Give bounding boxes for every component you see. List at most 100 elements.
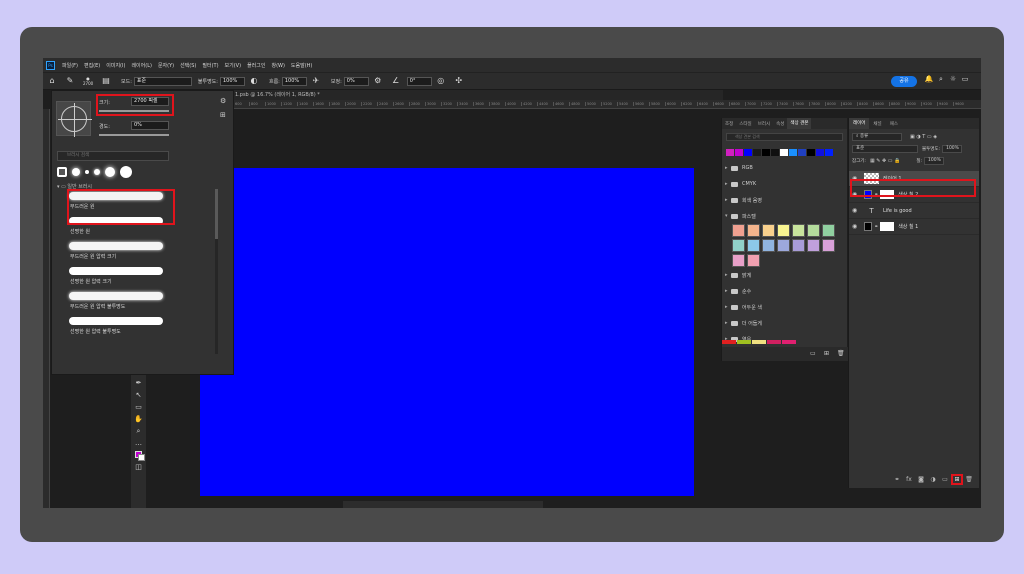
menu-item[interactable]: 문자(Y) — [155, 62, 177, 69]
menu-item[interactable]: 선택(S) — [177, 62, 199, 69]
new-group-icon[interactable]: ▭ — [810, 350, 816, 357]
recent-swatch[interactable] — [744, 149, 752, 156]
swatch[interactable] — [782, 340, 796, 344]
brush-list-scrollbar[interactable] — [215, 189, 218, 354]
share-button[interactable]: 공유 — [891, 76, 917, 87]
recent-brush[interactable] — [57, 167, 67, 177]
brush-settings-icon[interactable]: ▤ — [101, 76, 111, 86]
hardness-input[interactable]: 0% — [131, 121, 169, 130]
menu-item[interactable]: 파일(F) — [59, 62, 81, 69]
menu-item[interactable]: 필터(T) — [199, 62, 221, 69]
home-icon[interactable]: ⌂ — [47, 76, 57, 86]
new-swatch-icon[interactable]: ⊞ — [824, 350, 829, 357]
recent-swatch[interactable] — [753, 149, 761, 156]
recent-brush[interactable] — [94, 169, 100, 175]
brush-item[interactable]: 선명한 원 압력 불투명도 — [66, 314, 216, 339]
swatch-search-input[interactable]: 색상 견본 검색 — [726, 133, 843, 141]
smoothing-input[interactable]: 0% — [343, 76, 369, 86]
menu-item[interactable]: 보기(V) — [222, 62, 245, 69]
swatch[interactable] — [762, 239, 775, 252]
menu-item[interactable]: 편집(E) — [81, 62, 103, 69]
pressure-opacity-icon[interactable]: ◐ — [249, 76, 259, 86]
brush-item[interactable]: 선명한 원 압력 크기 — [66, 264, 216, 289]
zoom-tool-icon[interactable]: ⌕ — [137, 425, 141, 437]
bell-icon[interactable]: 🔔 — [923, 75, 935, 84]
swatch-group[interactable]: ▸옅은 — [722, 331, 847, 347]
mask-icon[interactable]: ◙ — [915, 476, 927, 483]
search-icon[interactable]: ⌕ — [935, 75, 947, 84]
menu-item[interactable]: 레이어(L) — [128, 62, 155, 69]
rectangle-tool-icon[interactable]: ▭ — [135, 401, 142, 413]
lock-icons[interactable]: ▦ ✎ ✥ ▭ 🔒 — [870, 158, 900, 164]
delete-layer-icon[interactable]: 🗑 — [963, 476, 975, 483]
swatch-group[interactable]: ▸ 순수 — [722, 283, 847, 299]
tab-2[interactable]: 브러시 — [755, 121, 773, 127]
layer-row[interactable]: ◉ ⚭ 색상 칠 1 — [849, 219, 979, 235]
eye-icon[interactable]: ◉ — [852, 223, 864, 230]
brush-item[interactable]: 부드러운 원 압력 크기 — [66, 239, 216, 264]
more-tools-icon[interactable]: … — [135, 437, 142, 449]
swatch-group[interactable]: ▸ 회색 음영 — [722, 192, 847, 208]
tab-3[interactable]: 속성 — [773, 121, 787, 127]
recent-swatch[interactable] — [825, 149, 833, 156]
recent-swatch[interactable] — [780, 149, 788, 156]
swatch-group[interactable]: ▸ CMYK — [722, 176, 847, 192]
menu-item[interactable]: 도움말(H) — [288, 62, 315, 69]
eye-icon[interactable]: ◉ — [852, 207, 864, 214]
document-canvas[interactable] — [200, 168, 694, 496]
swatch[interactable] — [762, 224, 775, 237]
opacity-input[interactable]: 100% — [219, 76, 245, 86]
swatch[interactable] — [777, 224, 790, 237]
tab-0[interactable]: 조정 — [722, 121, 736, 127]
menu-item[interactable]: 이미지(I) — [103, 62, 128, 69]
hardness-slider[interactable] — [99, 134, 169, 136]
swatch-group[interactable]: ▸ 밝게 — [722, 267, 847, 283]
symmetry-icon[interactable]: ✣ — [454, 76, 464, 86]
brush-scroll-thumb[interactable] — [215, 189, 218, 239]
swatch[interactable] — [747, 224, 760, 237]
lightbulb-icon[interactable]: ☼ — [947, 75, 959, 84]
link-icon[interactable]: ⚭ — [891, 476, 903, 483]
swatch-group[interactable]: ▾ 파스텔 — [722, 208, 847, 224]
recent-brush[interactable] — [72, 168, 80, 176]
swatch[interactable] — [777, 239, 790, 252]
flow-input[interactable]: 100% — [281, 76, 307, 86]
panel-gear-icon[interactable]: ⚙ — [220, 97, 226, 105]
recent-swatch[interactable] — [816, 149, 824, 156]
swatch[interactable] — [732, 239, 745, 252]
angle-input[interactable]: 0° — [406, 76, 432, 86]
recent-brush[interactable] — [105, 167, 115, 177]
tab-0[interactable]: 레이어 — [849, 118, 870, 129]
group-folder-icon[interactable]: ▭ — [939, 476, 951, 483]
tab-4[interactable]: 색상 견본 — [787, 118, 812, 129]
swatch[interactable] — [807, 239, 820, 252]
fill-input[interactable]: 100% — [924, 157, 945, 165]
recent-swatch[interactable] — [807, 149, 815, 156]
new-preset-icon[interactable]: ⊞ — [220, 111, 226, 119]
brush-preset-picker[interactable]: ● 2700 — [83, 76, 93, 86]
swatch[interactable] — [792, 239, 805, 252]
swatch[interactable] — [807, 224, 820, 237]
menu-item[interactable]: 플러그인 — [244, 62, 268, 69]
swatch[interactable] — [792, 224, 805, 237]
hand-tool-icon[interactable]: ✋ — [134, 413, 143, 425]
swatch[interactable] — [732, 224, 745, 237]
swatch[interactable] — [822, 224, 835, 237]
recent-swatch[interactable] — [789, 149, 797, 156]
workspace-icon[interactable]: ▭ — [959, 75, 971, 84]
quick-mask-icon[interactable]: ◫ — [135, 461, 142, 473]
adjustment-icon[interactable]: ◑ — [927, 476, 939, 483]
recent-swatch[interactable] — [771, 149, 779, 156]
trash-icon[interactable]: 🗑 — [837, 350, 845, 357]
fx-icon[interactable]: fx — [903, 476, 915, 483]
swatch[interactable] — [747, 254, 760, 267]
brush-item[interactable]: 부드러운 원 압력 불투명도 — [66, 289, 216, 314]
layer-filter-select[interactable]: ⌕ 종류 — [852, 133, 902, 141]
filter-icons[interactable]: ▣ ◑ T ▭ ◈ — [910, 134, 937, 140]
recent-swatch[interactable] — [726, 149, 734, 156]
recent-brush[interactable] — [85, 170, 89, 174]
menu-item[interactable]: 창(W) — [268, 62, 287, 69]
pressure-size-icon[interactable]: ◎ — [436, 76, 446, 86]
layer-opacity-input[interactable]: 100% — [942, 145, 963, 153]
new-layer-icon[interactable]: ⊞ — [951, 473, 963, 485]
